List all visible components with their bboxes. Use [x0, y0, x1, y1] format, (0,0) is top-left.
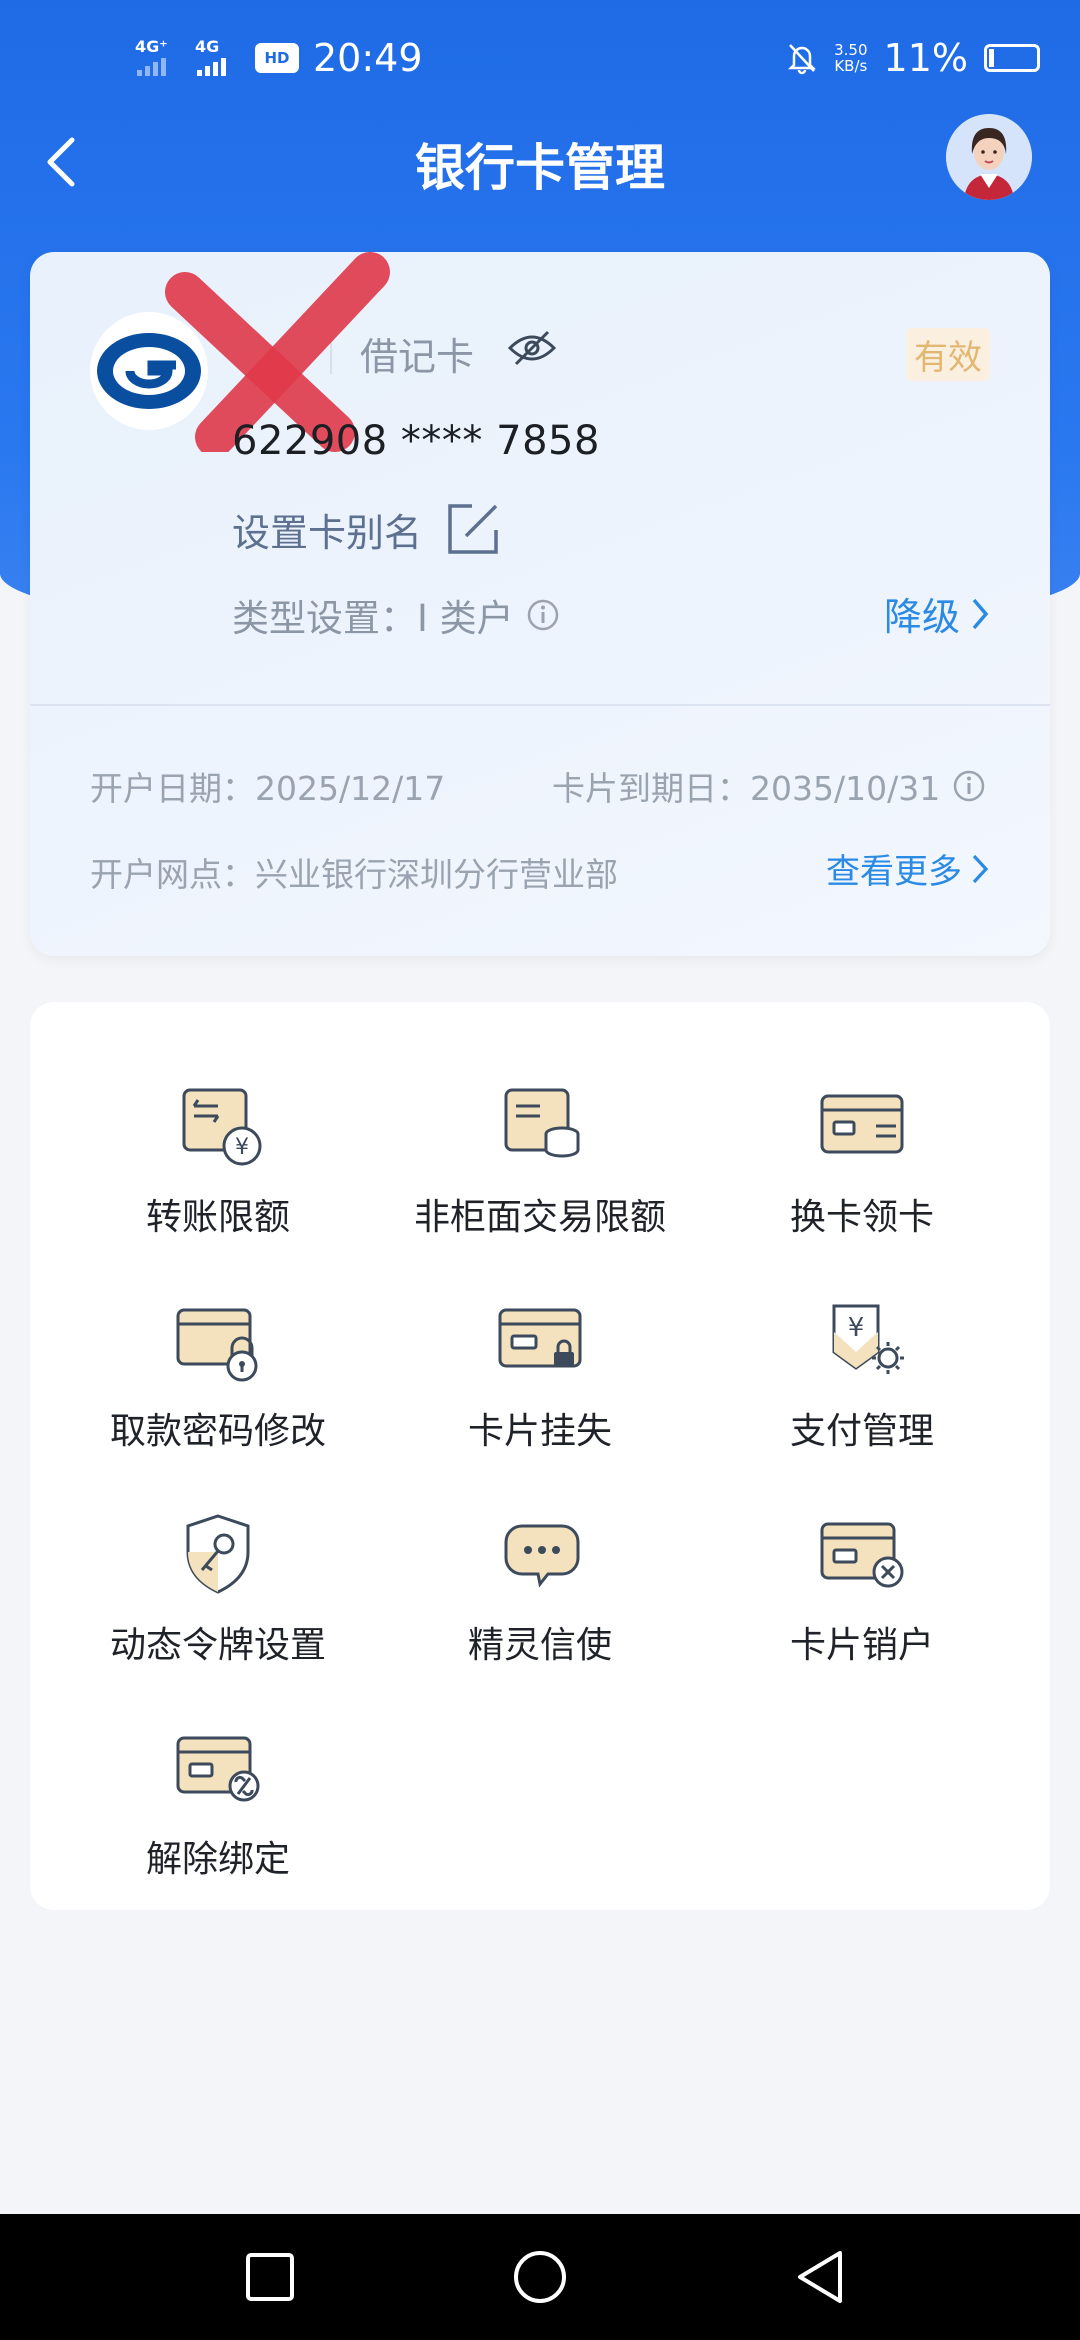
battery-icon: [984, 44, 1040, 72]
service-label: 取款密码修改: [109, 1411, 326, 1452]
service-payment-settings[interactable]: ¥ 支付管理: [702, 1274, 1022, 1454]
service-unbind[interactable]: 解除绑定: [58, 1702, 378, 1882]
card-type: 借记卡: [360, 335, 475, 379]
page-title: 银行卡管理: [415, 139, 665, 197]
service-label: 卡片挂失: [467, 1411, 612, 1452]
panel-divider: [30, 704, 1050, 706]
hide-number-eye-icon[interactable]: [506, 328, 558, 368]
transfer-limit-icon: ¥: [182, 1088, 262, 1166]
expire-date-row: 卡片到期日：2035/10/31: [552, 762, 986, 810]
token-shield-icon: [186, 1514, 250, 1594]
signal-1-icon: 4G⁺: [135, 38, 181, 78]
pin-change-icon: [176, 1308, 258, 1382]
service-label: 解除绑定: [145, 1839, 290, 1880]
net-speed-value: 3.50: [834, 41, 868, 59]
expire-info-icon[interactable]: [952, 769, 986, 803]
service-chat[interactable]: 精灵信使: [380, 1488, 700, 1668]
account-type-label: 类型设置：I 类户: [232, 597, 514, 640]
clock: 20:49: [313, 36, 423, 80]
home-button[interactable]: [510, 2247, 570, 2307]
non-counter-limit-icon: [504, 1088, 580, 1158]
signal-2-icon: 4G: [195, 38, 241, 78]
chat-bubble-icon: [504, 1524, 580, 1588]
downgrade-label: 降级: [883, 595, 960, 639]
card-lock-icon: [498, 1308, 582, 1368]
status-badge: 有效: [906, 328, 990, 381]
status-right: 3.50 KB/s 11%: [786, 36, 1040, 80]
recent-apps-button[interactable]: [240, 2247, 300, 2307]
service-card-replace[interactable]: 换卡领卡: [702, 1060, 1022, 1240]
back-nav-button[interactable]: [790, 2247, 850, 2307]
service-card-cancel[interactable]: 卡片销户: [702, 1488, 1022, 1668]
set-alias-button[interactable]: 设置卡别名: [232, 500, 502, 558]
service-non-counter-limit[interactable]: 非柜面交易限额: [380, 1060, 700, 1240]
service-label: 换卡领卡: [789, 1197, 934, 1238]
view-more-label: 查看更多: [826, 852, 962, 892]
net-speed-unit: KB/s: [834, 57, 868, 75]
svg-text:¥: ¥: [848, 1313, 865, 1343]
card-cancel-icon: [820, 1522, 904, 1588]
edit-icon: [448, 504, 498, 554]
chevron-right-icon: [972, 598, 989, 629]
service-label: 动态令牌设置: [109, 1625, 326, 1666]
open-branch: 开户网点：兴业银行深圳分行营业部: [90, 855, 618, 894]
status-left: 4G⁺ 4G HD 20:49: [135, 36, 423, 80]
chevron-right-icon: [972, 854, 989, 883]
avatar-icon: [946, 114, 1032, 200]
account-type-row: 类型设置：I 类户: [232, 588, 560, 642]
payment-settings-icon: ¥: [832, 1304, 904, 1374]
expire-date: 卡片到期日：2035/10/31: [552, 769, 941, 808]
nav-bar: 银行卡管理: [0, 110, 1080, 210]
view-more-link[interactable]: 查看更多: [826, 844, 990, 893]
screen: 4G⁺ 4G HD 20:49 3.50 KB/s 11% 银行卡管理 借记卡 …: [0, 0, 1080, 2340]
card-info-panel: 借记卡 有效 622908 **** 7858 设置卡别名 类型设置：I 类户 …: [30, 252, 1050, 956]
assistant-avatar[interactable]: [946, 114, 1032, 200]
service-transfer-limit[interactable]: ¥ 转账限额: [58, 1060, 378, 1240]
service-card-lock[interactable]: 卡片挂失: [380, 1274, 700, 1454]
unbind-icon: [176, 1736, 260, 1802]
service-label: 支付管理: [789, 1411, 934, 1452]
service-token-settings[interactable]: 动态令牌设置: [58, 1488, 378, 1668]
services-grid: ¥ 转账限额 非柜面交易限额 换卡领卡 取款密码修改 卡片挂失 ¥ 支付管理 动…: [30, 1002, 1050, 1910]
system-nav-bar: [0, 2214, 1080, 2340]
service-label: 非柜面交易限额: [413, 1197, 666, 1238]
net-speed: 3.50 KB/s: [834, 42, 867, 74]
service-label: 卡片销户: [789, 1625, 934, 1666]
card-replace-icon: [820, 1094, 904, 1154]
hd-icon: HD: [255, 43, 299, 73]
svg-text:¥: ¥: [235, 1135, 249, 1160]
signal-1-label: 4G⁺: [135, 37, 168, 56]
card-number: 622908 **** 7858: [232, 418, 600, 464]
mute-bell-icon: [788, 44, 817, 75]
service-label: 精灵信使: [467, 1625, 612, 1666]
battery-percent: 11%: [883, 36, 968, 80]
signal-2-label: 4G: [195, 37, 220, 56]
info-icon[interactable]: [526, 598, 560, 632]
set-alias-label: 设置卡别名: [232, 510, 423, 555]
open-date: 开户日期：2025/12/17: [90, 769, 446, 808]
service-label: 转账限额: [145, 1197, 290, 1238]
status-bar: 4G⁺ 4G HD 20:49 3.50 KB/s 11%: [0, 0, 1080, 120]
service-pin-change[interactable]: 取款密码修改: [58, 1274, 378, 1454]
downgrade-link[interactable]: 降级: [884, 586, 990, 641]
